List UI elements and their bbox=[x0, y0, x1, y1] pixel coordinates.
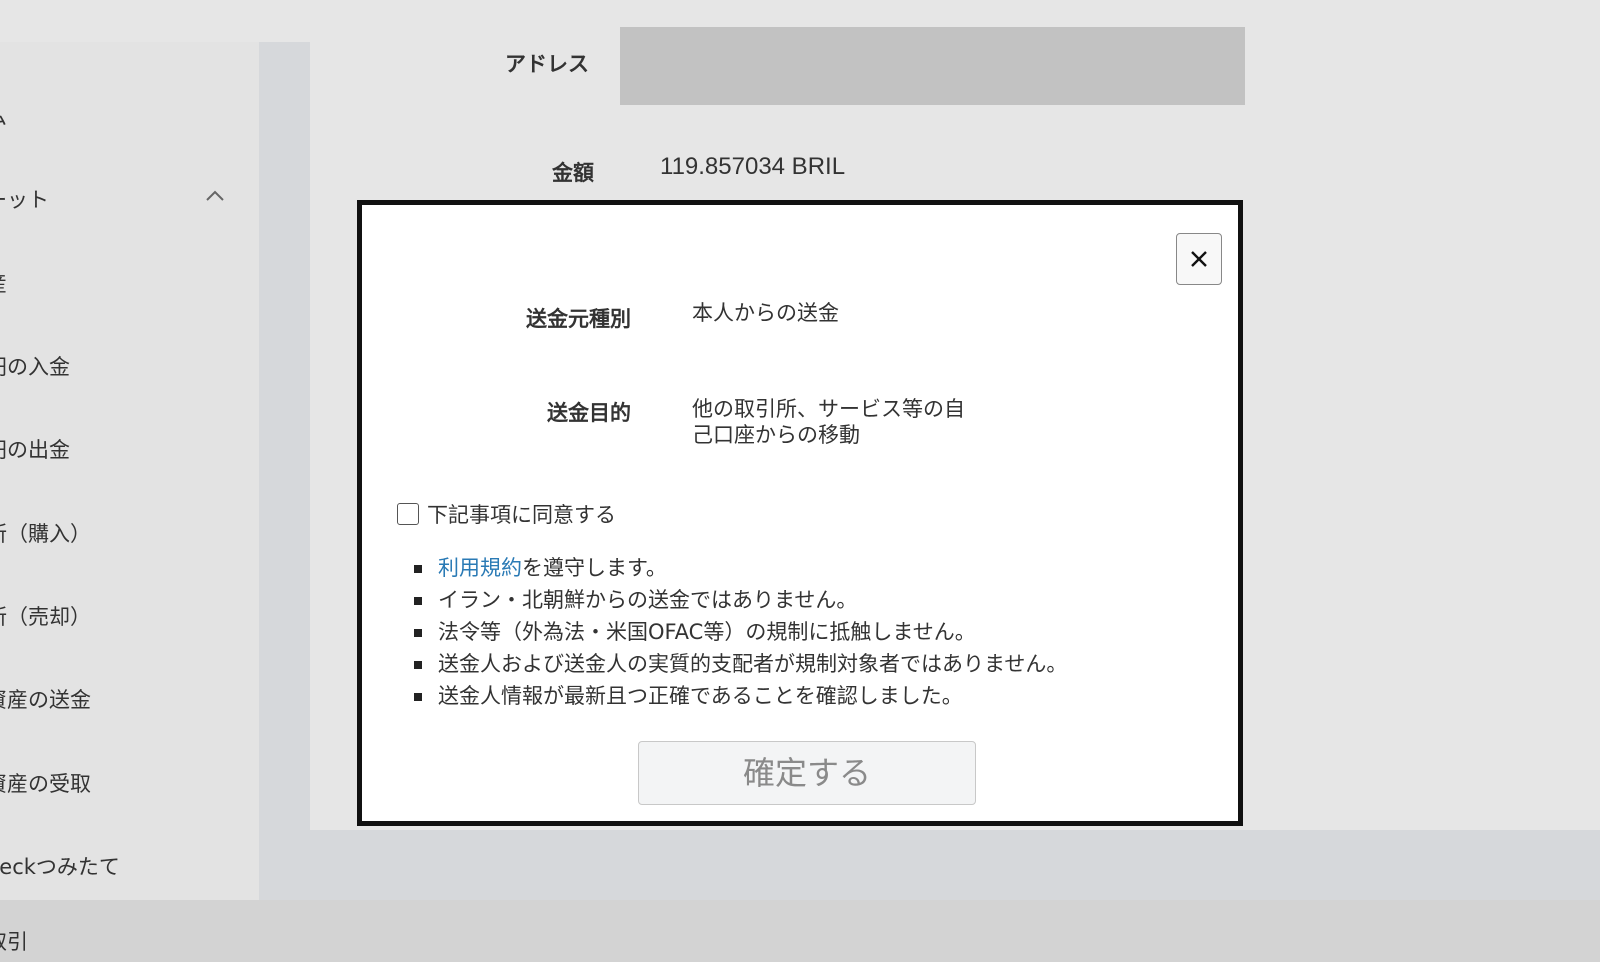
close-button[interactable] bbox=[1176, 233, 1222, 285]
sidebar-item-crypto-receive[interactable]: 資産の受取 bbox=[0, 764, 236, 804]
confirmation-dialog: 送金元種別 本人からの送金 送金目的 他の取引所、サービス等の自 己口座からの移… bbox=[357, 200, 1243, 826]
sidebar-item-sell[interactable]: 所（売却） bbox=[0, 597, 236, 637]
sender-type-label: 送金元種別 bbox=[526, 307, 631, 331]
terms-link[interactable]: 利用規約 bbox=[438, 556, 522, 580]
agree-label[interactable]: 下記事項に同意する bbox=[427, 502, 616, 528]
amount-label: 金額 bbox=[552, 161, 594, 185]
list-item: 利用規約を遵守します。 bbox=[414, 552, 1067, 584]
confirm-button[interactable]: 確定する bbox=[638, 741, 976, 805]
address-field[interactable] bbox=[620, 27, 1245, 105]
content-gutter bbox=[259, 42, 310, 900]
amount-value: 119.857034 BRIL bbox=[660, 153, 846, 180]
list-item: イラン・北朝鮮からの送金ではありません。 bbox=[414, 584, 1067, 616]
sidebar-item-crypto-send[interactable]: 資産の送金 bbox=[0, 680, 236, 720]
agreement-notes: 利用規約を遵守します。 イラン・北朝鮮からの送金ではありません。 法令等（外為法… bbox=[414, 552, 1067, 712]
address-label: アドレス bbox=[505, 52, 589, 76]
list-item: 送金人および送金人の実質的支配者が規制対象者ではありません。 bbox=[414, 648, 1067, 680]
chevron-up-icon[interactable] bbox=[204, 185, 226, 207]
sidebar-item-recurring[interactable]: heckつみたて bbox=[0, 847, 236, 887]
terms-suffix: を遵守します。 bbox=[522, 556, 667, 580]
sender-type-value: 本人からの送金 bbox=[692, 301, 839, 325]
purpose-value-line2: 己口座からの移動 bbox=[692, 423, 860, 447]
sidebar-item-assets[interactable]: 産 bbox=[0, 264, 236, 304]
sidebar-item-jpy-deposit[interactable]: 円の入金 bbox=[0, 347, 236, 387]
sidebar-item-jpy-withdraw[interactable]: 円の出金 bbox=[0, 430, 236, 470]
purpose-value: 他の取引所、サービス等の自 己口座からの移動 bbox=[692, 396, 965, 448]
sidebar-item-1[interactable]: ム bbox=[0, 97, 236, 137]
sidebar-item-buy[interactable]: 所（購入） bbox=[0, 514, 236, 554]
sidebar: ム ーット 産 円の入金 円の出金 所（購入） 所（売却） 資産の送金 資産の受… bbox=[0, 42, 259, 954]
list-item: 法令等（外為法・米国OFAC等）の規制に抵触しません。 bbox=[414, 616, 1067, 648]
purpose-label: 送金目的 bbox=[547, 401, 631, 425]
purpose-value-line1: 他の取引所、サービス等の自 bbox=[692, 397, 965, 421]
agree-checkbox[interactable] bbox=[397, 503, 419, 525]
sidebar-item-wallet[interactable]: ーット bbox=[0, 180, 236, 220]
list-item: 送金人情報が最新且つ正確であることを確認しました。 bbox=[414, 680, 1067, 712]
sidebar-item-trade[interactable]: 取引 bbox=[0, 922, 236, 962]
bottom-strip bbox=[310, 830, 1600, 900]
close-icon bbox=[1191, 251, 1207, 267]
